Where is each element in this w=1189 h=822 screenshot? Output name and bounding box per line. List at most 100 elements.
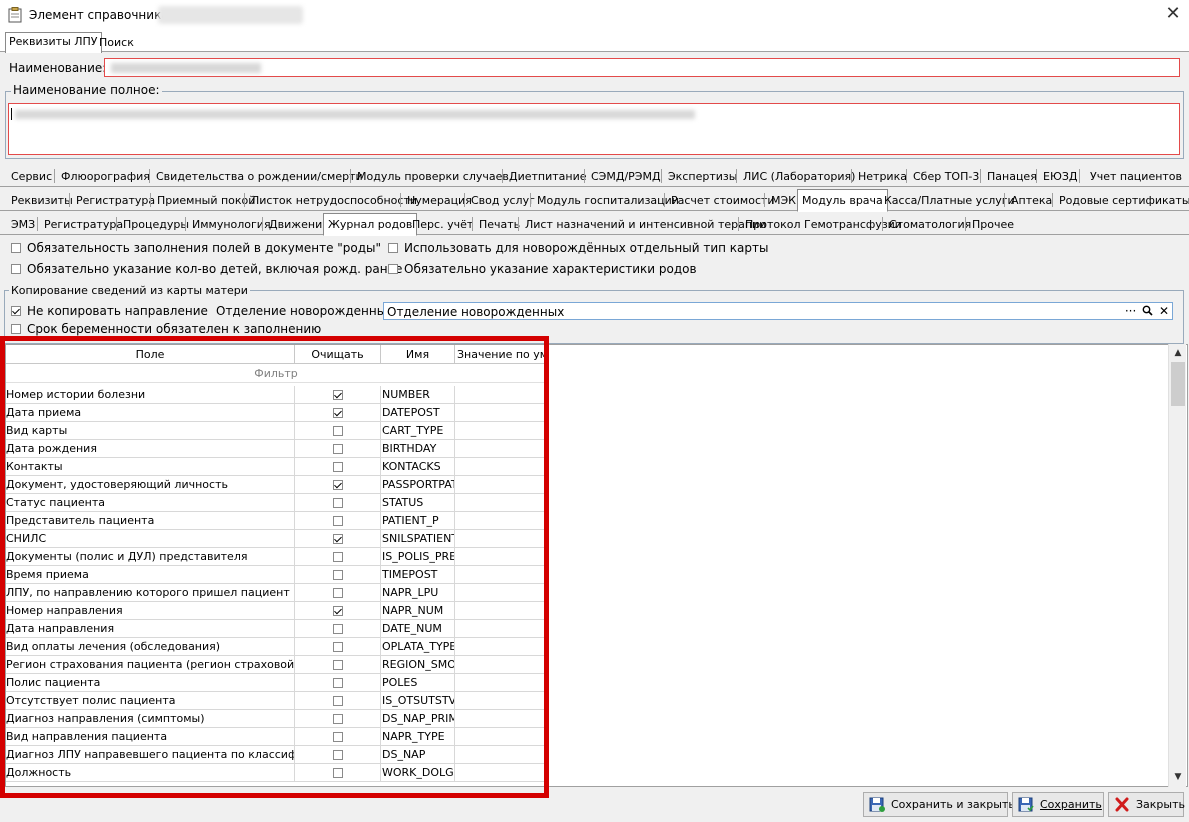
cell-default[interactable] <box>455 620 546 638</box>
tab-pharmacy[interactable]: Аптека <box>1007 192 1056 208</box>
cell-default[interactable] <box>455 602 546 620</box>
cell-field[interactable]: ЛПУ, по направлению которого пришел паци… <box>6 584 295 602</box>
clear-checkbox[interactable] <box>333 390 343 400</box>
tab-pers-account[interactable]: Перс. учёт <box>408 216 477 232</box>
table-row[interactable]: ЛПУ, по направлению которого пришел паци… <box>6 584 546 602</box>
dept-input[interactable]: Отделение новорожденных ··· ✕ <box>383 302 1173 320</box>
tab-netrika[interactable]: Нетрика <box>854 168 911 184</box>
cell-name[interactable]: DATEPOST <box>381 404 455 422</box>
cell-clear[interactable] <box>295 710 381 728</box>
cell-default[interactable] <box>455 512 546 530</box>
tab-servis[interactable]: Сервис <box>7 168 56 184</box>
tab-other[interactable]: Прочее <box>968 216 1018 232</box>
cell-field[interactable]: Вид направления пациента <box>6 728 295 746</box>
cell-field[interactable]: Дата приема <box>6 404 295 422</box>
cell-clear[interactable] <box>295 548 381 566</box>
cell-name[interactable]: IS_POLIS_PRE <box>381 548 455 566</box>
clear-checkbox[interactable] <box>333 732 343 742</box>
cell-clear[interactable] <box>295 584 381 602</box>
cell-default[interactable] <box>455 476 546 494</box>
cell-clear[interactable] <box>295 692 381 710</box>
tab-search[interactable]: Поиск <box>96 34 137 52</box>
cell-name[interactable]: TIMEPOST <box>381 566 455 584</box>
opt1-checkbox[interactable] <box>11 243 21 253</box>
clear-icon[interactable]: ✕ <box>1159 304 1169 318</box>
cell-clear[interactable] <box>295 674 381 692</box>
filter-row[interactable]: Фильтр <box>6 365 546 383</box>
tab-birth-certs[interactable]: Родовые сертификаты <box>1055 192 1189 208</box>
table-row[interactable]: Дата приема DATEPOST <box>6 404 546 422</box>
cell-name[interactable]: NAPR_NUM <box>381 602 455 620</box>
cell-field[interactable]: Статус пациента <box>6 494 295 512</box>
cell-default[interactable] <box>455 440 546 458</box>
table-row[interactable]: Номер истории болезни NUMBER <box>6 386 546 404</box>
cell-name[interactable]: NAPR_LPU <box>381 584 455 602</box>
cell-default[interactable] <box>455 548 546 566</box>
cell-clear[interactable] <box>295 764 381 782</box>
tab-prescriptions[interactable]: Лист назначений и интенсивной терапии <box>521 216 770 232</box>
table-row[interactable]: Документы (полис и ДУЛ) представителя IS_… <box>6 548 546 566</box>
cell-clear[interactable] <box>295 566 381 584</box>
tab-services[interactable]: Свод услуг <box>467 192 539 208</box>
cell-default[interactable] <box>455 764 546 782</box>
tab-sber[interactable]: Сбер ТОП-3 <box>909 168 983 184</box>
table-row[interactable]: Вид направления пациента NAPR_TYPE <box>6 728 546 746</box>
tab-hospitalization[interactable]: Модуль госпитализации <box>533 192 683 208</box>
cell-default[interactable] <box>455 422 546 440</box>
cell-field[interactable]: Документ, удостоверяющий личность <box>6 476 295 494</box>
cell-name[interactable]: DS_NAP <box>381 746 455 764</box>
cell-clear[interactable] <box>295 404 381 422</box>
table-row[interactable]: Статус пациента STATUS <box>6 494 546 512</box>
clear-checkbox[interactable] <box>333 462 343 472</box>
clear-checkbox[interactable] <box>333 660 343 670</box>
cell-name[interactable]: DATE_NUM <box>381 620 455 638</box>
opt3-checkbox[interactable] <box>11 264 21 274</box>
cell-default[interactable] <box>455 386 546 404</box>
cell-field[interactable]: Номер направления <box>6 602 295 620</box>
cell-clear[interactable] <box>295 458 381 476</box>
table-row[interactable]: Время приема TIMEPOST <box>6 566 546 584</box>
pregnancy-checkbox[interactable] <box>11 324 21 334</box>
cell-clear[interactable] <box>295 620 381 638</box>
tab-print[interactable]: Печать <box>475 216 524 232</box>
cell-default[interactable] <box>455 404 546 422</box>
table-row[interactable]: СНИЛС SNILSPATIENT <box>6 530 546 548</box>
tab-patient-registry[interactable]: Учет пациентов <box>1086 168 1186 184</box>
scroll-thumb[interactable] <box>1171 362 1185 406</box>
table-row[interactable]: Дата рождения BIRTHDAY <box>6 440 546 458</box>
table-row[interactable]: Вид оплаты лечения (обследования) OPLATA_… <box>6 638 546 656</box>
tab-euzd[interactable]: ЕЮЗД <box>1039 168 1081 184</box>
cell-field[interactable]: Документы (полис и ДУЛ) представителя <box>6 548 295 566</box>
cell-clear[interactable] <box>295 476 381 494</box>
tab-procedures[interactable]: Процедуры <box>119 216 193 232</box>
tab-case-check[interactable]: Модуль проверки случаев <box>353 168 513 184</box>
cell-name[interactable]: PATIENT_P <box>381 512 455 530</box>
table-row[interactable]: Дата направления DATE_NUM <box>6 620 546 638</box>
cell-field[interactable]: Вид карты <box>6 422 295 440</box>
clear-checkbox[interactable] <box>333 714 343 724</box>
ellipsis-icon[interactable]: ··· <box>1125 304 1136 318</box>
col-header-clear[interactable]: Очищать <box>295 345 381 364</box>
cell-field[interactable]: СНИЛС <box>6 530 295 548</box>
cell-field[interactable]: Дата направления <box>6 620 295 638</box>
cell-default[interactable] <box>455 710 546 728</box>
cell-name[interactable]: KONTACKS <box>381 458 455 476</box>
clear-checkbox[interactable] <box>333 768 343 778</box>
close-button[interactable]: Закрыть <box>1108 792 1185 817</box>
cell-field[interactable]: Дата рождения <box>6 440 295 458</box>
opt4-checkbox[interactable] <box>388 264 398 274</box>
cell-clear[interactable] <box>295 602 381 620</box>
cell-name[interactable]: OPLATA_TYPE <box>381 638 455 656</box>
cell-name[interactable]: NUMBER <box>381 386 455 404</box>
cell-default[interactable] <box>455 494 546 512</box>
col-header-field[interactable]: Поле <box>6 345 295 364</box>
cell-name[interactable]: CART_TYPE <box>381 422 455 440</box>
tab-expertise[interactable]: Экспертизы <box>664 168 741 184</box>
tab-cashier[interactable]: Касса/Платные услуги <box>880 192 1019 208</box>
tab-birth-journal[interactable]: Журнал родов <box>323 213 418 236</box>
cell-field[interactable]: Вид оплаты лечения (обследования) <box>6 638 295 656</box>
table-row[interactable]: Должность WORK_DOLGN <box>6 764 546 782</box>
tab-registratura-2[interactable]: Регистратура <box>40 216 127 232</box>
save-close-button[interactable]: Сохранить и закрыть <box>863 792 1015 817</box>
cell-name[interactable]: REGION_SMO <box>381 656 455 674</box>
